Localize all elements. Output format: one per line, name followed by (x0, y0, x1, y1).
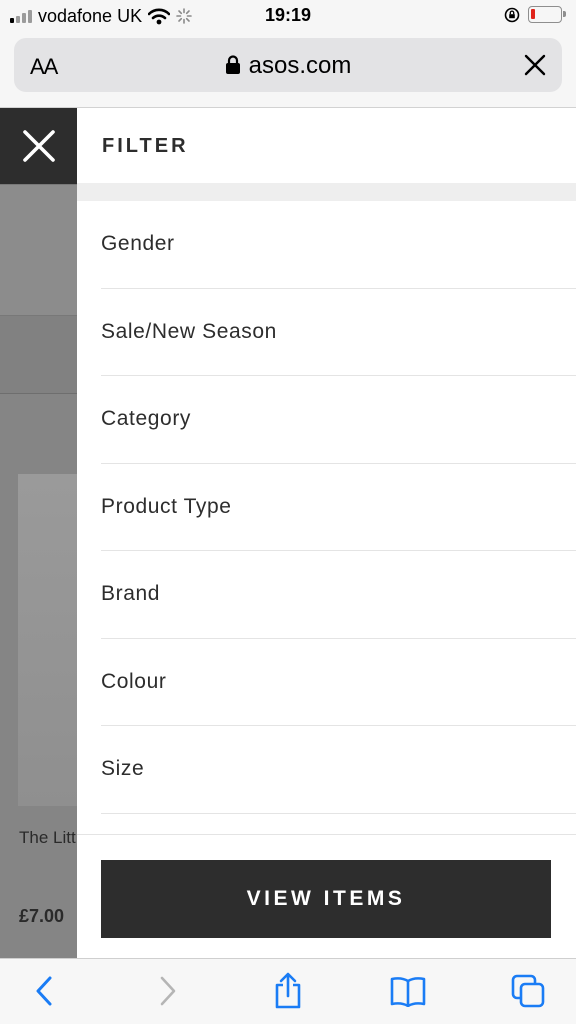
status-time: 19:19 (264, 5, 312, 25)
browser-toolbar (0, 958, 576, 1024)
filter-item-brand[interactable]: Brand (101, 551, 576, 639)
divider (77, 184, 576, 201)
background-section (0, 316, 77, 394)
share-button[interactable] (268, 971, 308, 1011)
filter-item-sale-new-season[interactable]: Sale/New Season (101, 289, 576, 376)
lock-icon (225, 55, 240, 74)
close-filter-button[interactable] (0, 108, 77, 184)
address-bar[interactable]: AA asos.com (14, 38, 562, 92)
orientation-lock-icon (504, 7, 520, 22)
divider (77, 834, 576, 835)
filter-header: FILTER (77, 108, 576, 184)
forward-button[interactable] (148, 971, 188, 1011)
product-title: The Litt (19, 828, 76, 847)
back-icon (36, 976, 52, 1006)
status-right (504, 6, 566, 23)
filter-item-product-type[interactable]: Product Type (101, 464, 576, 551)
close-icon (22, 130, 55, 162)
tabs-button[interactable] (508, 971, 548, 1011)
close-icon[interactable] (522, 52, 548, 78)
filter-item-label: Sale/New Season (101, 319, 277, 343)
filter-item-label: Brand (101, 582, 161, 606)
filter-item-colour[interactable]: Colour (101, 639, 576, 726)
back-button[interactable] (24, 971, 64, 1011)
browser-address-area: AA asos.com (0, 34, 576, 108)
filter-item-label: Category (101, 407, 192, 431)
product-image (18, 474, 77, 806)
bookmarks-icon (390, 977, 426, 1007)
battery-icon (528, 6, 566, 23)
filter-item-label: Size (101, 757, 145, 781)
background-section (0, 184, 77, 316)
page-title: FILTER (102, 135, 189, 157)
filter-item-label: Product Type (101, 494, 232, 518)
filter-item-size[interactable]: Size (101, 726, 576, 814)
filter-list: Gender Sale/New Season Category Product … (101, 201, 576, 814)
forward-icon (160, 976, 176, 1006)
status-bar: vodafone UK 19:19 (0, 0, 576, 34)
filter-panel: FILTER Gender Sale/New Season Category P… (77, 108, 576, 958)
product-price: £7.00 (19, 906, 65, 926)
share-icon (275, 972, 301, 1009)
background-page-overlay[interactable]: The Litt £7.00 (0, 108, 77, 958)
view-items-button[interactable]: VIEW ITEMS (101, 860, 551, 938)
tabs-icon (511, 974, 545, 1008)
filter-item-category[interactable]: Category (101, 376, 576, 464)
url-display[interactable]: asos.com (14, 52, 562, 80)
url-text: asos.com (248, 52, 352, 79)
bookmarks-button[interactable] (388, 971, 428, 1011)
filter-item-label: Gender (101, 232, 175, 256)
filter-item-gender[interactable]: Gender (101, 201, 576, 289)
filter-item-label: Colour (101, 669, 167, 693)
